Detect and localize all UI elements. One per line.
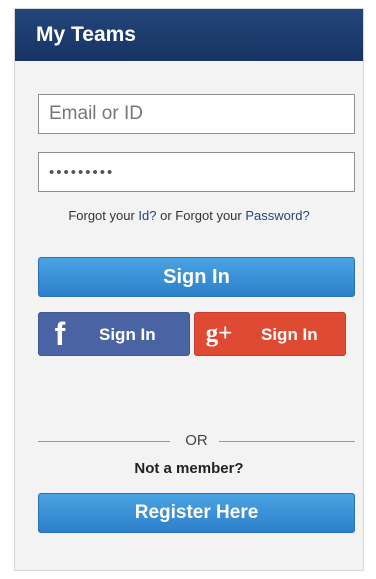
login-panel: My Teams Forgot your Id? or Forgot your … — [14, 8, 364, 571]
register-label: Register Here — [134, 502, 259, 523]
password-field[interactable] — [38, 152, 355, 192]
forgot-links: Forgot your Id? or Forgot your Password? — [15, 208, 363, 223]
page-title: My Teams — [36, 23, 136, 46]
header-bar: My Teams — [15, 9, 363, 61]
register-button[interactable]: Register Here — [38, 493, 355, 533]
sign-in-label: Sign In — [163, 265, 230, 288]
forgot-middle: or Forgot your — [156, 208, 246, 223]
google-plus-sign-in-label: Sign In — [261, 325, 318, 344]
facebook-sign-in-button[interactable]: f Sign In — [38, 312, 190, 356]
not-member-label: Not a member? — [134, 460, 244, 477]
email-field[interactable] — [38, 94, 355, 134]
forgot-id-link[interactable]: Id? — [138, 208, 156, 223]
google-plus-icon: g+ — [205, 320, 233, 347]
sign-in-button[interactable]: Sign In — [38, 257, 355, 297]
forgot-password-link[interactable]: Password? — [245, 208, 309, 223]
divider-right-line — [219, 441, 355, 442]
forgot-prefix: Forgot your — [68, 208, 139, 223]
or-divider: OR — [38, 432, 355, 450]
facebook-icon: f — [54, 315, 66, 352]
facebook-sign-in-label: Sign In — [99, 325, 156, 344]
google-plus-sign-in-button[interactable]: g+ Sign In — [194, 312, 346, 356]
